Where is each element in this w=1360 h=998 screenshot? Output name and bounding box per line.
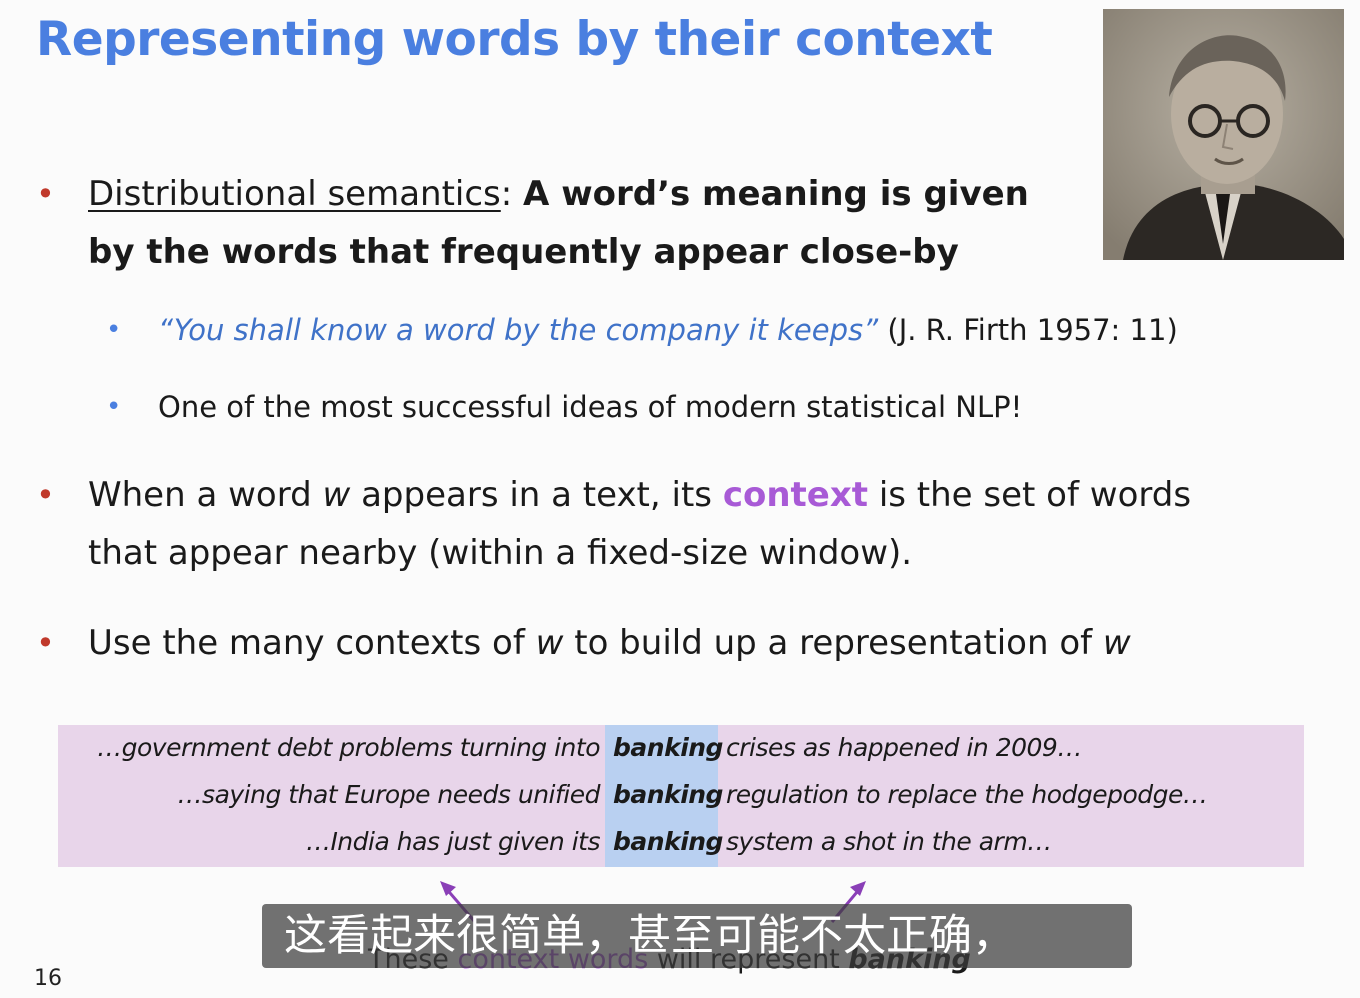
bullet2-text-a: When a word [88,475,323,515]
variable-w: w [322,475,351,515]
bullet2-text-b: appears in a text, its [350,475,723,515]
left-context: …government debt problems turning into [97,733,600,762]
concordance-row: …India has just given its banking system… [58,827,1304,867]
keyword: banking [613,733,723,762]
bullet-dot-icon: • [36,175,55,213]
concordance-box: …government debt problems turning into b… [58,725,1304,867]
keyword: banking [613,827,723,856]
context-term: context [722,475,869,515]
right-context: crises as happened in 2009… [726,733,1082,762]
bullet-context-definition: • When a word w appears in a text, its c… [36,466,1326,582]
bullet1-line1: A word’s meaning is given [523,174,1029,214]
variable-w: w [1102,623,1131,663]
subbullet2-text: One of the most successful ideas of mode… [158,390,1023,424]
concordance-row: …government debt problems turning into b… [58,733,1304,773]
bullet2-line2: that appear nearby (within a fixed-size … [88,533,913,573]
concordance-row: …saying that Europe needs unified bankin… [58,780,1304,820]
page-number: 16 [34,966,62,991]
term-distributional-semantics: Distributional semantics [88,174,501,214]
firth-citation: (J. R. Firth 1957: 11) [887,313,1178,347]
firth-quote: “You shall know a word by the company it… [158,313,879,347]
right-context: regulation to replace the hodgepodge… [726,780,1208,809]
bullet-many-contexts: • Use the many contexts of w to build up… [36,614,1326,672]
subbullet-dot-icon: • [106,315,122,345]
bullet3-text-b: to build up a representation of [563,623,1103,663]
left-context: …India has just given its [305,827,601,856]
video-subtitle: 这看起来很简单，甚至可能不太正确， [262,904,1132,968]
bullet-distributional-semantics: • Distributional semantics: A word’s mea… [36,165,1326,281]
subbullet-firth-quote: • “You shall know a word by the company … [106,310,1178,350]
keyword: banking [613,780,723,809]
right-context: system a shot in the arm… [726,827,1052,856]
bullet1-line2: by the words that frequently appear clos… [88,232,959,272]
bullet-dot-icon: • [36,476,55,514]
subbullet-dot-icon: • [106,392,122,422]
variable-w: w [535,623,564,663]
bullet2-text-c: is the set of words [868,475,1192,515]
bullet3-text-a: Use the many contexts of [88,623,536,663]
slide-title: Representing words by their context [36,12,993,67]
left-context: …saying that Europe needs unified [177,780,601,809]
bullet-dot-icon: • [36,624,55,662]
colon: : [500,174,513,214]
subbullet-successful-ideas: • One of the most successful ideas of mo… [106,387,1022,427]
